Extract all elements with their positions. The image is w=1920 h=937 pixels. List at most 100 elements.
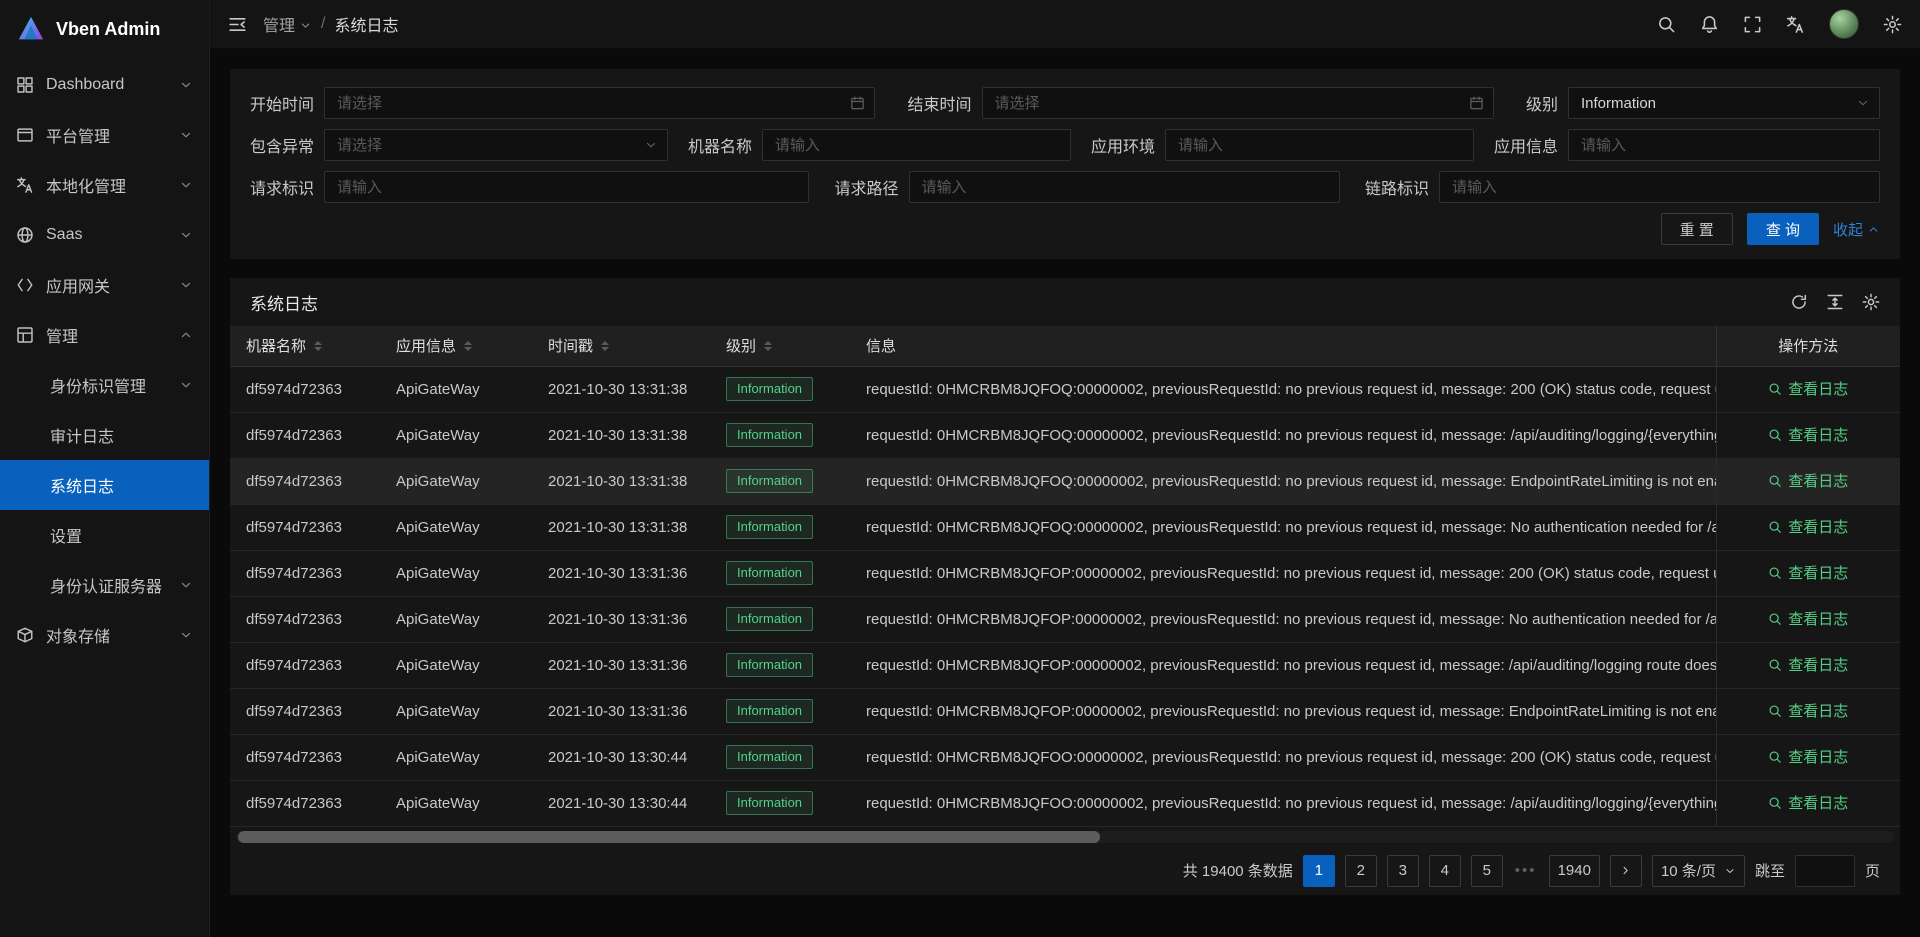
app-info-input[interactable] [1568,129,1880,161]
query-button[interactable]: 查 询 [1747,213,1819,245]
chevron-down-icon [1724,865,1736,877]
menu-fold-icon[interactable] [228,15,247,34]
column-header-timestamp[interactable]: 时间戳 [534,326,712,366]
column-header-level[interactable]: 级别 [712,326,852,366]
column-header-app[interactable]: 应用信息 [382,326,534,366]
page-button-1940[interactable]: 1940 [1549,855,1600,887]
view-log-button[interactable]: 查看日志 [1768,516,1848,537]
request-id-input[interactable] [324,171,809,203]
column-header-machine[interactable]: 机器名称 [230,326,382,366]
view-log-button[interactable]: 查看日志 [1768,700,1848,721]
sidebar-item-localization[interactable]: 本地化管理 [0,160,209,210]
include-exception-select[interactable] [324,129,668,161]
search-icon [1768,566,1782,580]
cell-action: 查看日志 [1716,504,1900,550]
cell-app-info: ApiGateWay [382,550,534,596]
page-button-2[interactable]: 2 [1345,855,1377,887]
cell-action: 查看日志 [1716,596,1900,642]
page-button-3[interactable]: 3 [1387,855,1419,887]
page-button-5[interactable]: 5 [1471,855,1503,887]
row-height-icon[interactable] [1826,293,1844,311]
view-log-button[interactable]: 查看日志 [1768,378,1848,399]
sidebar-item-saas[interactable]: Saas [0,210,209,260]
page-button-1[interactable]: 1 [1303,855,1335,887]
table-row: df5974d72363ApiGateWay2021-10-30 13:31:3… [230,642,1900,688]
start-time-picker[interactable] [324,87,875,119]
sidebar-subitem-system-log[interactable]: 系统日志 [0,460,209,510]
next-page-button[interactable] [1610,855,1642,887]
level-select[interactable] [1568,87,1880,119]
sidebar-subitem-audit-log[interactable]: 审计日志 [0,410,209,460]
field-level: 级别 [1526,87,1880,119]
field-label: 机器名称 [688,133,752,157]
refresh-icon[interactable] [1790,293,1808,311]
cell-action: 查看日志 [1716,734,1900,780]
reset-button[interactable]: 重 置 [1661,213,1733,245]
avatar[interactable] [1829,9,1859,39]
request-path-input[interactable] [909,171,1340,203]
view-log-button[interactable]: 查看日志 [1768,470,1848,491]
search-icon [1768,796,1782,810]
page-button-4[interactable]: 4 [1429,855,1461,887]
sidebar-item-gateway[interactable]: 应用网关 [0,260,209,310]
view-log-button[interactable]: 查看日志 [1768,608,1848,629]
sidebar-subitem-identity-management[interactable]: 身份标识管理 [0,360,209,410]
cell-action: 查看日志 [1716,688,1900,734]
table-row: df5974d72363ApiGateWay2021-10-30 13:31:3… [230,458,1900,504]
sidebar-item-platform[interactable]: 平台管理 [0,110,209,160]
chevron-up-icon [179,328,193,342]
breadcrumb: 管理 / 系统日志 [263,12,398,36]
page-jump-input[interactable] [1795,855,1855,887]
app-logo[interactable]: Vben Admin [0,0,209,58]
end-time-picker[interactable] [982,87,1494,119]
machine-name-input[interactable] [762,129,1071,161]
field-request-id: 请求标识 [250,171,809,203]
sidebar-subitem-settings[interactable]: 设置 [0,510,209,560]
table-row: df5974d72363ApiGateWay2021-10-30 13:30:4… [230,780,1900,826]
page-ellipsis[interactable]: ••• [1513,855,1539,887]
app-environment-input[interactable] [1165,129,1474,161]
app-title: Vben Admin [56,19,160,40]
chevron-down-icon [179,378,193,392]
level-badge: Information [726,745,813,769]
scrollbar-thumb[interactable] [238,831,1100,843]
dashboard-icon [16,76,34,94]
sidebar-item-dashboard[interactable]: Dashboard [0,60,209,110]
cell-app-info: ApiGateWay [382,642,534,688]
view-log-button[interactable]: 查看日志 [1768,424,1848,445]
sidebar-subitem-auth-server[interactable]: 身份认证服务器 [0,560,209,610]
cell-message: requestId: 0HMCRBM8JQFOQ:00000002, previ… [852,412,1716,458]
sidebar-subitem-label: 系统日志 [50,473,114,497]
collapse-button[interactable]: 收起 [1833,219,1880,240]
cell-level: Information [712,412,852,458]
cell-message: requestId: 0HMCRBM8JQFOP:00000002, previ… [852,688,1716,734]
cell-timestamp: 2021-10-30 13:31:38 [534,458,712,504]
cell-level: Information [712,504,852,550]
view-log-button[interactable]: 查看日志 [1768,792,1848,813]
breadcrumb-root[interactable]: 管理 [263,12,312,36]
fullscreen-icon[interactable] [1743,15,1762,34]
table-title: 系统日志 [250,290,318,315]
view-log-button[interactable]: 查看日志 [1768,562,1848,583]
page-size-select[interactable]: 10 条/页 [1652,855,1745,887]
language-icon[interactable] [1786,15,1805,34]
settings-gear-icon[interactable] [1883,15,1902,34]
cell-app-info: ApiGateWay [382,366,534,412]
cell-machine-name: df5974d72363 [230,688,382,734]
sidebar-item-object-storage[interactable]: 对象存储 [0,610,209,660]
chevron-down-icon [179,278,193,292]
search-icon[interactable] [1657,15,1676,34]
view-log-button[interactable]: 查看日志 [1768,746,1848,767]
cell-timestamp: 2021-10-30 13:31:36 [534,550,712,596]
notification-bell-icon[interactable] [1700,15,1719,34]
table-row: df5974d72363ApiGateWay2021-10-30 13:31:3… [230,688,1900,734]
trace-id-input[interactable] [1439,171,1880,203]
breadcrumb-current: 系统日志 [334,12,398,36]
column-settings-icon[interactable] [1862,293,1880,311]
chevron-up-icon [1867,223,1880,236]
field-machine-name: 机器名称 [688,129,1071,161]
sidebar-item-management[interactable]: 管理 [0,310,209,360]
cell-machine-name: df5974d72363 [230,458,382,504]
cell-message: requestId: 0HMCRBM8JQFOO:00000002, previ… [852,780,1716,826]
view-log-button[interactable]: 查看日志 [1768,654,1848,675]
